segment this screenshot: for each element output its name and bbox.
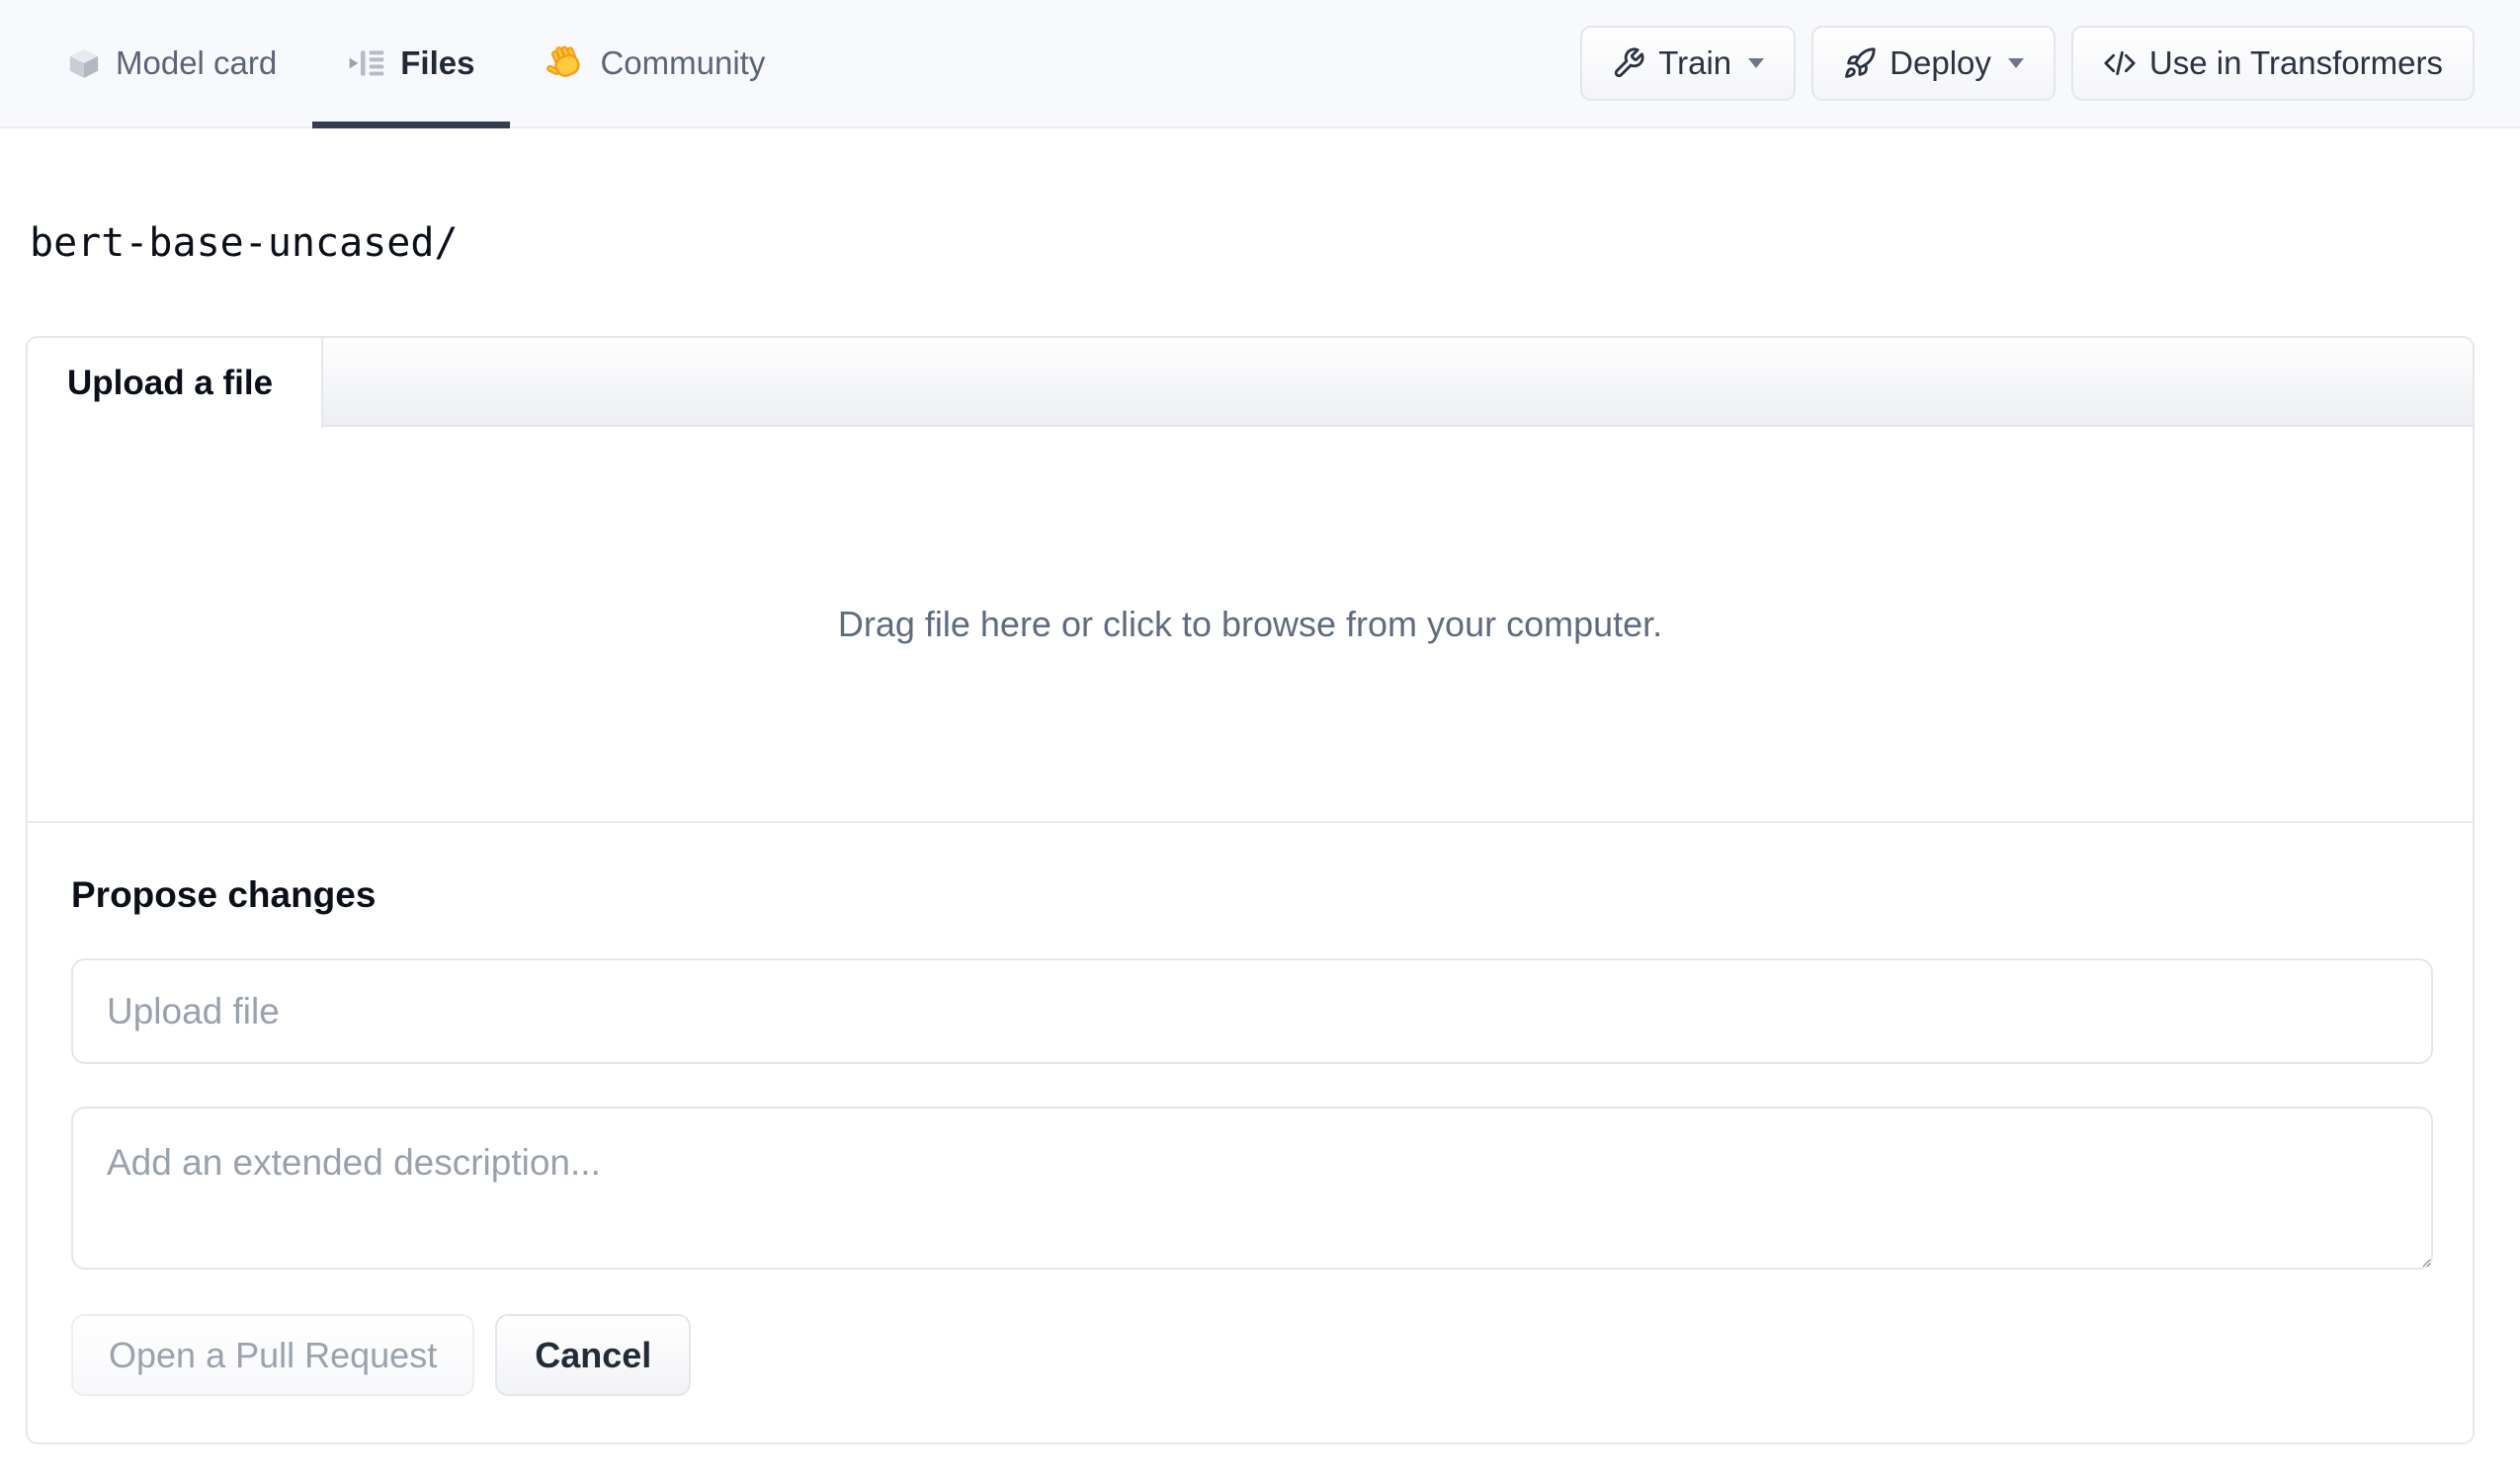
- extended-description-textarea[interactable]: [71, 1107, 2433, 1270]
- chevron-down-icon: [1748, 58, 1765, 68]
- tab-community[interactable]: Community: [510, 0, 800, 126]
- files-list-icon: [348, 47, 385, 79]
- breadcrumb[interactable]: bert-base-uncased/: [30, 219, 2520, 267]
- deploy-button[interactable]: Deploy: [1811, 26, 2056, 101]
- repo-nav: Model card Files Community Train Deploy …: [0, 0, 2520, 128]
- repo-tab-bar: Model card Files Community: [32, 0, 800, 128]
- upload-tab-label: Upload a file: [67, 364, 274, 402]
- file-dropzone[interactable]: Drag file here or click to browse from y…: [28, 427, 2473, 823]
- upload-filename-input[interactable]: [71, 958, 2433, 1064]
- rocket-icon: [1843, 46, 1877, 80]
- dropzone-hint-text: Drag file here or click to browse from y…: [837, 603, 1663, 644]
- chevron-down-icon: [2007, 58, 2024, 68]
- repo-action-buttons: Train Deploy Use in Transformers: [1580, 0, 2475, 126]
- tab-files[interactable]: Files: [312, 0, 511, 128]
- tab-upload-a-file[interactable]: Upload a file: [28, 338, 323, 429]
- use-in-transformers-label: Use in Transformers: [2148, 44, 2443, 81]
- open-pull-request-button[interactable]: Open a Pull Request: [71, 1314, 475, 1396]
- code-icon: [2103, 46, 2137, 80]
- cube-icon: [67, 46, 101, 80]
- wrench-icon: [1612, 46, 1645, 80]
- use-in-transformers-button[interactable]: Use in Transformers: [2070, 26, 2475, 101]
- waving-hand-icon: [546, 43, 585, 83]
- deploy-button-label: Deploy: [1890, 44, 1991, 81]
- propose-actions-row: Open a Pull Request Cancel: [71, 1314, 2429, 1396]
- tab-files-label: Files: [400, 44, 475, 81]
- tab-model-card-label: Model card: [116, 44, 278, 81]
- train-button-label: Train: [1658, 44, 1732, 81]
- active-tab-underline: [312, 122, 511, 128]
- tab-community-label: Community: [600, 44, 766, 81]
- propose-changes-heading: Propose changes: [71, 874, 377, 915]
- upload-file-card: Upload a file Drag file here or click to…: [26, 336, 2475, 1444]
- propose-changes-section: Propose changes Open a Pull Request Canc…: [28, 874, 2473, 1396]
- cancel-button[interactable]: Cancel: [495, 1314, 692, 1396]
- train-button[interactable]: Train: [1580, 26, 1797, 101]
- upload-card-header: Upload a file: [28, 338, 2473, 429]
- tab-model-card[interactable]: Model card: [32, 0, 312, 126]
